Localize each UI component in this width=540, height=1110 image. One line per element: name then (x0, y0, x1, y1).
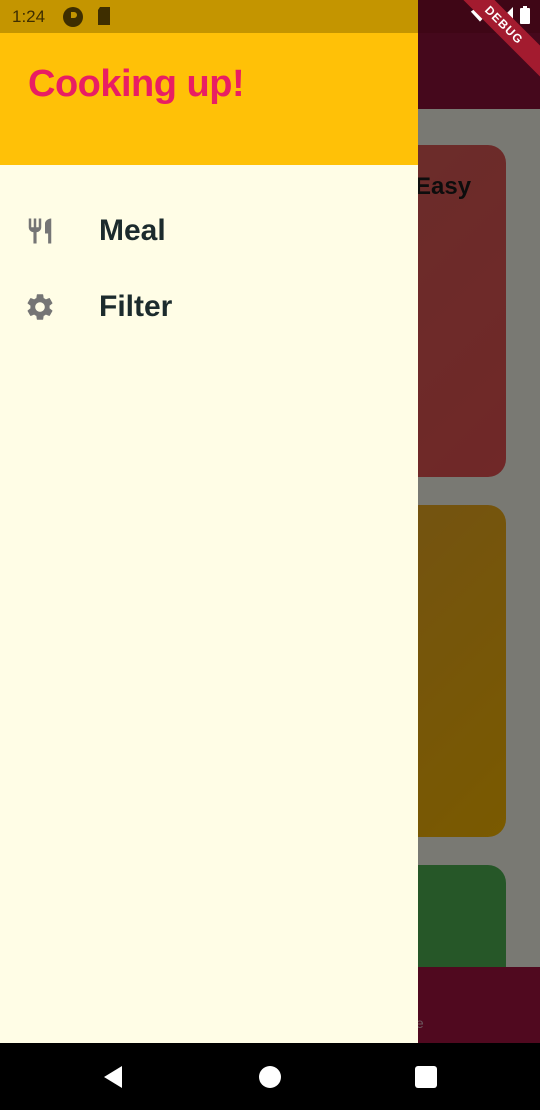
sd-card-icon (96, 6, 112, 31)
drawer-item-label: Filter (99, 290, 173, 323)
settings-icon (23, 290, 57, 324)
drawer-title: Cooking up! (28, 63, 245, 105)
navigation-drawer: Cooking up! Meal Filter (0, 0, 418, 1043)
system-navigation-bar (0, 1043, 540, 1110)
drawer-header: Cooking up! (0, 33, 418, 165)
drawer-item-meal[interactable]: Meal (0, 196, 418, 266)
drawer-item-label: Meal (99, 214, 166, 247)
status-time: 1:24 (12, 7, 46, 26)
back-icon[interactable] (100, 1063, 128, 1091)
battery-icon (520, 6, 530, 29)
app-notification-icon (62, 6, 84, 33)
restaurant-icon (23, 214, 57, 248)
drawer-item-filter[interactable]: Filter (0, 272, 418, 342)
home-icon[interactable] (256, 1063, 284, 1091)
recents-icon[interactable] (412, 1063, 440, 1091)
